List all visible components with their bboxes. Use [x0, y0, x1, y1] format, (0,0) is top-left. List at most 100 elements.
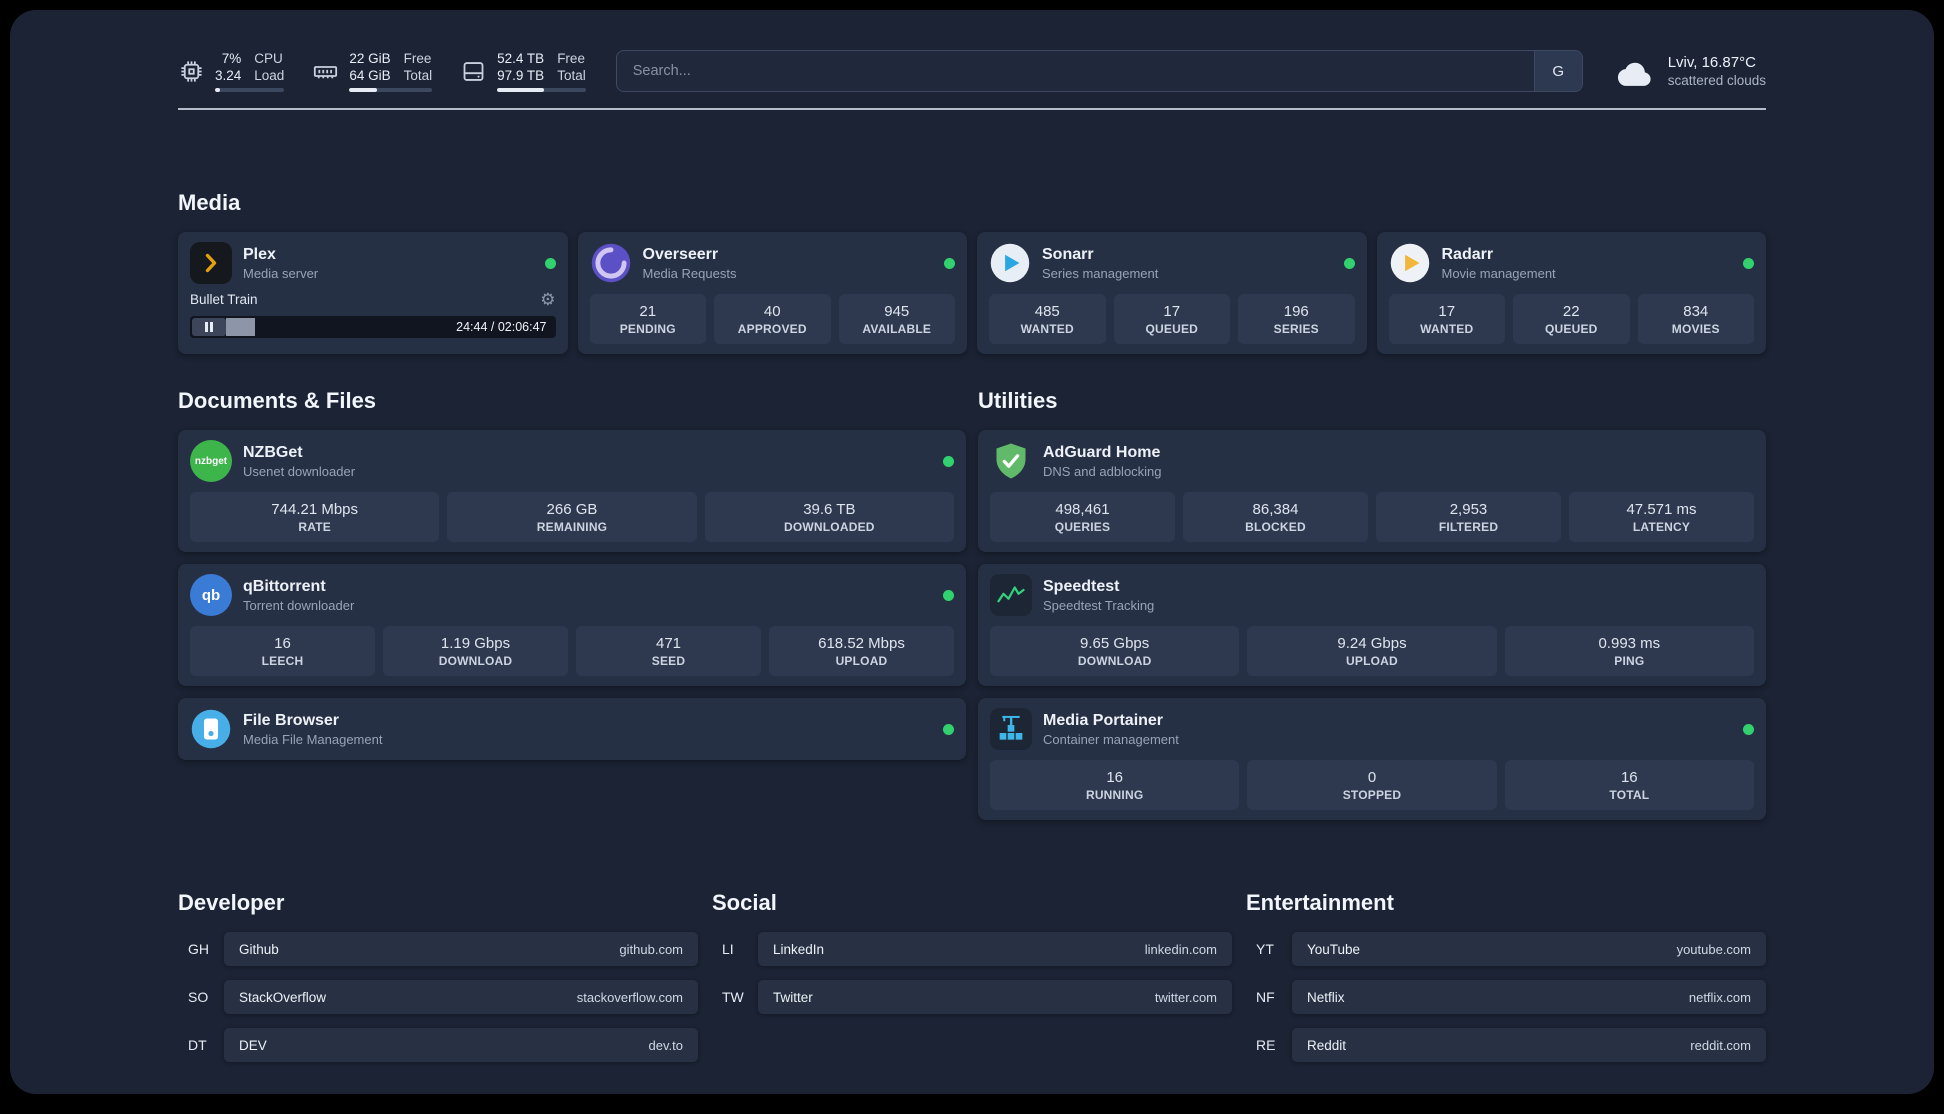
service-card-overseerr[interactable]: Overseerr Media Requests 21 PENDING 40 APP…: [577, 232, 967, 354]
stat-tile: 485 WANTED: [989, 294, 1106, 344]
section-title-documents: Documents & Files: [178, 388, 377, 413]
speedtest-icon: [990, 574, 1032, 616]
bookmark-abbr: YT: [1256, 941, 1274, 957]
stat-tile: 17 QUEUED: [1113, 294, 1230, 344]
bookmark-url: netflix.com: [1688, 989, 1751, 1005]
bookmark-url: stackoverflow.com: [576, 989, 683, 1005]
nzbget-icon: nzbget: [190, 440, 232, 482]
bookmark-name: StackOverflow: [239, 989, 327, 1005]
service-card-filebrowser[interactable]: File Browser Media File Management: [178, 698, 966, 760]
disk-free-label: Free: [557, 51, 585, 66]
status-dot: [943, 455, 954, 467]
bookmark-abbr: DT: [188, 1037, 207, 1053]
bookmark-name: YouTube: [1307, 941, 1361, 957]
search-input[interactable]: [616, 51, 1534, 91]
service-card-speedtest[interactable]: Speedtest Speedtest Tracking 9.65 Gbps DO…: [978, 564, 1766, 686]
player-progress-strip: 24:44 / 02:06:47: [190, 316, 556, 338]
bookmark-name: LinkedIn: [773, 941, 825, 957]
bookmark-abbr: TW: [722, 989, 744, 1005]
search-provider-button[interactable]: G: [1533, 51, 1582, 91]
stat-tile: 16 LEECH: [190, 626, 375, 676]
bookmarks-social: Social LI LinkedIn linkedin.com TW Twitte…: [712, 890, 1232, 1014]
service-card-sonarr[interactable]: Sonarr Series management 485 WANTED 17 QUE…: [977, 232, 1367, 354]
cpu-usage-value: 7%: [221, 51, 242, 66]
service-name: Sonarr: [1042, 245, 1094, 263]
player-seek-bar[interactable]: [226, 318, 449, 336]
status-dot: [944, 257, 955, 269]
bookmark-url: youtube.com: [1676, 941, 1751, 957]
bookmark-abbr: RE: [1256, 1037, 1276, 1053]
service-card-nzbget[interactable]: nzbget NZBGet Usenet downloader 744.21 M…: [178, 430, 966, 552]
stat-tile: 47.571 ms LATENCY: [1569, 492, 1754, 542]
status-dot: [943, 723, 954, 735]
stat-tile: 266 GB REMAINING: [447, 492, 697, 542]
memory-metric: 22 GiB Free 64 GiB Total: [312, 50, 433, 92]
bookmark-netflix[interactable]: NF Netflix netflix.com: [1246, 980, 1766, 1014]
section-documents: Documents & Files nzbget NZBGet Usenet d…: [178, 388, 966, 760]
stat-tile: 0 STOPPED: [1247, 760, 1497, 810]
adguard-icon: [990, 440, 1032, 482]
disk-free-value: 52.4 TB: [497, 51, 545, 66]
service-card-qbittorrent[interactable]: qb qBittorrent Torrent downloader 16 LEEC…: [178, 564, 966, 686]
system-metrics: 7% CPU 3.24 Load 22 GiB Free 64 GiB Tota…: [178, 50, 586, 92]
bookmark-abbr: NF: [1256, 989, 1275, 1005]
stat-tile: 945 AVAILABLE: [838, 294, 955, 344]
stat-tile: 834 MOVIES: [1637, 294, 1754, 344]
service-subtitle: Usenet downloader: [243, 463, 356, 479]
dashboard-window: 7% CPU 3.24 Load 22 GiB Free 64 GiB Tota…: [10, 10, 1934, 1094]
service-subtitle: Speedtest Tracking: [1043, 597, 1155, 613]
bookmark-reddit[interactable]: RE Reddit reddit.com: [1246, 1028, 1766, 1062]
bookmark-name: Twitter: [773, 989, 813, 1005]
pause-icon: [205, 322, 213, 332]
stat-tile: 16 TOTAL: [1504, 760, 1754, 810]
bookmark-name: DEV: [239, 1037, 267, 1053]
overseerr-icon: [590, 242, 632, 284]
service-card-radarr[interactable]: Radarr Movie management 17 WANTED 22 QUEUE…: [1376, 232, 1766, 354]
bookmark-abbr: GH: [188, 941, 209, 957]
plex-now-playing: Bullet Train ⚙ 24:44 / 02:06:47: [190, 291, 556, 338]
disk-total-label: Total: [557, 68, 586, 83]
pause-button[interactable]: [192, 318, 226, 336]
section-media: Media Plex Media server Bullet Train ⚙ 2…: [178, 190, 1766, 354]
service-subtitle: Movie management: [1441, 265, 1556, 281]
bookmark-stackoverflow[interactable]: SO StackOverflow stackoverflow.com: [178, 980, 698, 1014]
search-bar: G: [615, 50, 1583, 92]
plex-icon: [190, 242, 232, 284]
weather-widget[interactable]: Lviv, 16.87°C scattered clouds: [1613, 53, 1766, 89]
bookmark-abbr: LI: [722, 941, 734, 957]
status-dot: [1743, 257, 1754, 269]
service-name: AdGuard Home: [1043, 443, 1161, 461]
stat-tile: 498,461 QUERIES: [990, 492, 1175, 542]
gear-icon[interactable]: ⚙: [540, 291, 555, 308]
cloud-icon: [1613, 55, 1655, 87]
bookmark-linkedin[interactable]: LI LinkedIn linkedin.com: [712, 932, 1232, 966]
service-card-plex[interactable]: Plex Media server Bullet Train ⚙ 24:44 /…: [178, 232, 568, 354]
bookmark-twitter[interactable]: TW Twitter twitter.com: [712, 980, 1232, 1014]
service-subtitle: DNS and adblocking: [1043, 463, 1162, 479]
topbar-divider: [178, 108, 1766, 110]
bookmark-url: twitter.com: [1154, 989, 1217, 1005]
section-title-social: Social: [712, 890, 777, 915]
bookmark-github[interactable]: GH Github github.com: [178, 932, 698, 966]
stat-tile: 2,953 FILTERED: [1376, 492, 1561, 542]
bookmark-dev[interactable]: DT DEV dev.to: [178, 1028, 698, 1062]
stat-tile: 86,384 BLOCKED: [1183, 492, 1368, 542]
status-dot: [1743, 723, 1754, 735]
service-name: Overseerr: [642, 245, 719, 263]
service-card-adguard[interactable]: AdGuard Home DNS and adblocking 498,461 Q…: [978, 430, 1766, 552]
memory-total-label: Total: [403, 68, 433, 83]
bookmarks-entertainment: Entertainment YT YouTube youtube.com NF N…: [1246, 890, 1766, 1062]
cpu-progress-bar: [215, 88, 285, 92]
stat-tile: 0.993 ms PING: [1504, 626, 1754, 676]
section-utilities: Utilities AdGuard Home DNS and adblockin…: [978, 388, 1766, 820]
bookmark-youtube[interactable]: YT YouTube youtube.com: [1246, 932, 1766, 966]
service-subtitle: Media Requests: [642, 265, 737, 281]
filebrowser-icon: [190, 708, 232, 750]
radarr-icon: [1389, 242, 1431, 284]
disk-icon: [460, 58, 487, 85]
disk-metric: 52.4 TB Free 97.9 TB Total: [460, 50, 586, 92]
service-name: Radarr: [1441, 245, 1494, 263]
memory-icon: [312, 58, 339, 85]
service-card-portainer[interactable]: Media Portainer Container management 16 R…: [978, 698, 1766, 820]
stat-tile: 21 PENDING: [589, 294, 706, 344]
